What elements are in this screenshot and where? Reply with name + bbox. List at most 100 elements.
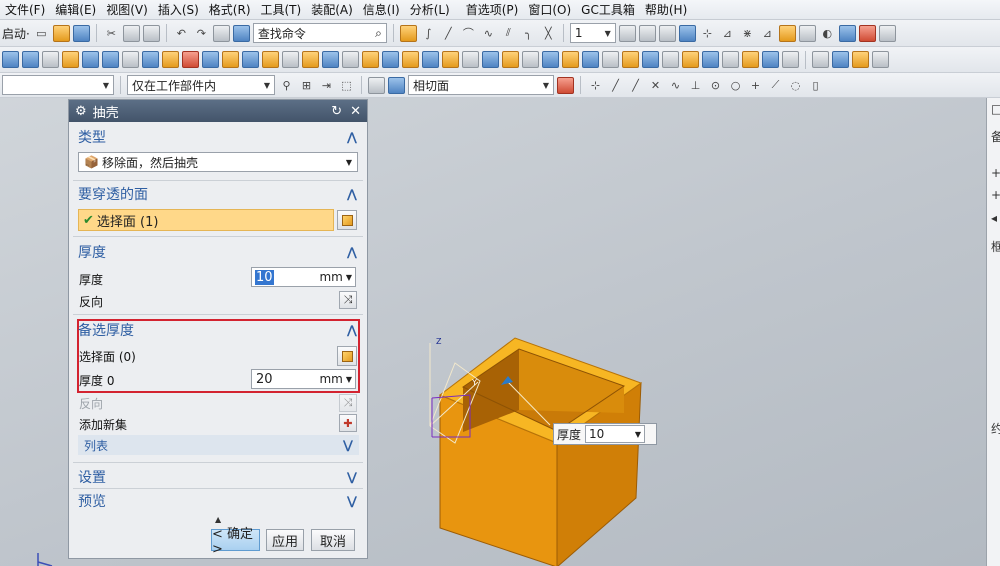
add-new-set-button[interactable]: ✚ (339, 414, 357, 432)
sphere-icon[interactable] (62, 51, 79, 68)
line-icon[interactable]: ╱ (440, 25, 457, 42)
snap-endpoint-icon[interactable]: ⊹ (587, 77, 604, 94)
pad-icon[interactable] (182, 51, 199, 68)
cylinder-icon[interactable] (22, 51, 39, 68)
snap-point-icon[interactable]: ⊙ (707, 77, 724, 94)
unite-icon[interactable] (262, 51, 279, 68)
grid-icon[interactable] (812, 51, 829, 68)
tools-icon[interactable] (858, 24, 876, 42)
surface-icon[interactable] (602, 51, 619, 68)
curve-icon[interactable]: ∫ (420, 25, 437, 42)
synchronous-icon[interactable] (702, 51, 719, 68)
subtract-icon[interactable] (282, 51, 299, 68)
loft-icon[interactable] (582, 51, 599, 68)
boss-icon[interactable] (142, 51, 159, 68)
extension-icon[interactable] (682, 51, 699, 68)
section-settings-header[interactable]: 设置 ⋁ (73, 465, 363, 489)
alt-thickness-input[interactable]: 20 mm ▼ (251, 369, 356, 389)
apply-button[interactable]: 应用 (266, 529, 304, 551)
shading-icon[interactable] (832, 51, 849, 68)
arc-icon[interactable]: ⌒ (460, 25, 477, 42)
select-all-icon[interactable]: ⊞ (298, 77, 315, 94)
shell-icon[interactable] (402, 51, 419, 68)
alt-face-selection-button[interactable] (337, 346, 357, 366)
snap-quadrant-icon[interactable]: ⊥ (687, 77, 704, 94)
new-file-icon[interactable]: ▭ (33, 25, 50, 42)
dialog-title-bar[interactable]: ⚙ 抽壳 ↻ ✕ (69, 100, 367, 122)
shell-type-select[interactable]: 📦 移除面，然后抽壳 ▼ (78, 152, 358, 172)
face-rule-select[interactable]: 相切面 ▼ (408, 75, 554, 95)
close-icon[interactable]: ✕ (350, 104, 361, 119)
move-face-icon[interactable] (722, 51, 739, 68)
cone-icon[interactable] (42, 51, 59, 68)
snap-midpoint-icon[interactable]: ╱ (607, 77, 624, 94)
trim-body-icon[interactable] (322, 51, 339, 68)
snap-control-icon[interactable]: ╱ (627, 77, 644, 94)
sweep-icon[interactable] (562, 51, 579, 68)
section-icon[interactable] (872, 51, 889, 68)
orient-icon[interactable]: ⊿ (719, 25, 736, 42)
trim-icon[interactable]: ╳ (540, 25, 557, 42)
snap-center-icon[interactable]: ∿ (667, 77, 684, 94)
snap-on-curve-icon[interactable]: ◌ (787, 77, 804, 94)
layer-select[interactable]: 1 ▼ (569, 23, 616, 43)
list-header[interactable]: 列表 ⋁ (78, 435, 359, 455)
edge-blend-icon[interactable] (362, 51, 379, 68)
shelled-box-model[interactable] (439, 337, 643, 566)
draft-icon[interactable] (422, 51, 439, 68)
wcs-icon[interactable] (678, 24, 696, 42)
face-selection-button[interactable] (337, 210, 357, 230)
measure-icon[interactable] (778, 24, 796, 42)
pocket-icon[interactable] (162, 51, 179, 68)
section-thickness-header[interactable]: 厚度 ⋀ (73, 240, 363, 264)
section-type-header[interactable]: 类型 ⋀ (73, 125, 363, 149)
menu-file[interactable]: 文件(F) (0, 0, 50, 20)
cut-icon[interactable]: ✂ (103, 25, 120, 42)
delete-face-icon[interactable] (762, 51, 779, 68)
thickness-input[interactable]: 10 mm ▼ (251, 267, 356, 287)
menu-preferences[interactable]: 首选项(P) (461, 0, 524, 20)
pattern-icon[interactable] (482, 51, 499, 68)
resource-bar-item[interactable]: + (991, 188, 1000, 202)
ok-button[interactable]: < 确定 > (211, 527, 260, 557)
patch-icon[interactable] (542, 51, 559, 68)
menu-tools[interactable]: 工具(T) (256, 0, 307, 20)
snap-tangent-icon[interactable]: ⟋ (767, 77, 784, 94)
menu-edit[interactable]: 编辑(E) (50, 0, 101, 20)
extrude-icon[interactable] (82, 51, 99, 68)
offset-curve-icon[interactable]: ⫽ (500, 25, 517, 42)
face-analysis-icon[interactable] (852, 51, 869, 68)
stop-icon[interactable] (557, 76, 574, 94)
save-icon[interactable] (72, 24, 90, 42)
block-icon[interactable] (2, 51, 19, 68)
sketch-icon[interactable] (399, 24, 417, 42)
datum-icon[interactable]: ⊿ (759, 25, 776, 42)
face-rule-icon[interactable] (368, 76, 385, 94)
n-sided-icon[interactable] (662, 51, 679, 68)
more-tools-icon[interactable] (878, 24, 896, 42)
point-icon[interactable]: ⋇ (739, 25, 756, 42)
start-menu[interactable]: 启动· (2, 25, 30, 42)
resource-bar-item[interactable]: ◂ (991, 211, 997, 225)
snap-intersect-icon[interactable]: ✕ (647, 77, 664, 94)
snap-face-icon[interactable]: ▯ (807, 77, 824, 94)
view-icon[interactable]: ◐ (819, 25, 836, 42)
resource-bar-window-icon[interactable]: □ (991, 102, 1000, 116)
revolve-icon[interactable] (102, 51, 119, 68)
filter-icon[interactable]: ⚲ (278, 77, 295, 94)
open-folder-icon[interactable] (52, 24, 70, 42)
move-layer-icon[interactable] (638, 24, 656, 42)
csys-icon[interactable]: ⊹ (699, 25, 716, 42)
mirror-icon[interactable] (502, 51, 519, 68)
menu-help[interactable]: 帮助(H) (640, 0, 692, 20)
replace-face-icon[interactable] (742, 51, 759, 68)
menu-analysis[interactable]: 分析(L) (405, 0, 455, 20)
snap-plus-icon[interactable]: + (747, 77, 764, 94)
spline-icon[interactable]: ∿ (480, 25, 497, 42)
resize-icon[interactable] (782, 51, 799, 68)
menu-assembly[interactable]: 装配(A) (306, 0, 358, 20)
hole-icon[interactable] (122, 51, 139, 68)
analysis-icon[interactable] (798, 24, 816, 42)
section-preview-header[interactable]: 预览 ⋁ (73, 489, 363, 513)
layer-settings-icon[interactable] (618, 24, 636, 42)
